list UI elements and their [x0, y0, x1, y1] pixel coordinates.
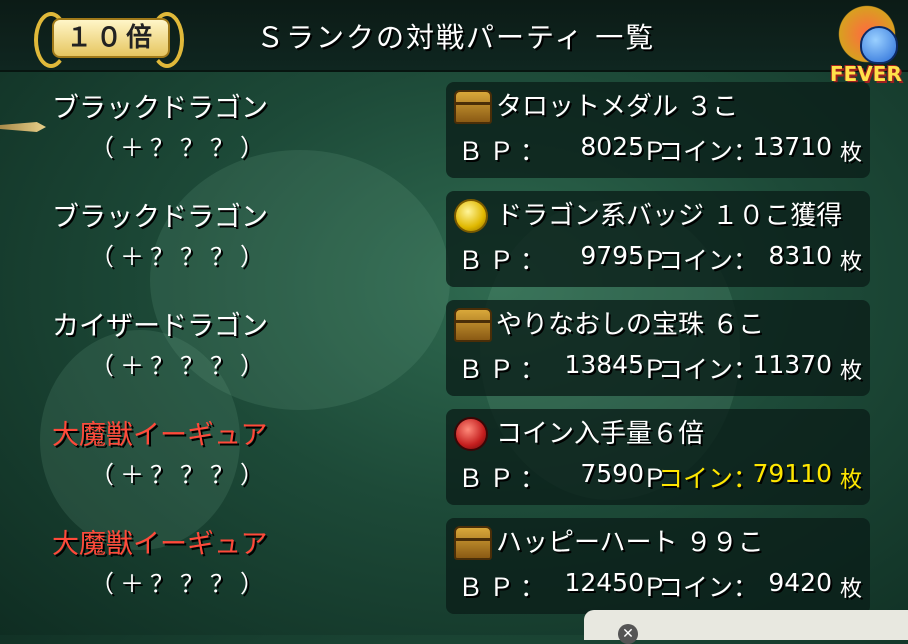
party-level: （＋？？？）	[90, 352, 270, 380]
stats-line: ＢＰ： 9795 Ｐ コイン： 8310 枚	[458, 241, 862, 277]
party-name: ブラックドラゴン	[52, 93, 268, 124]
party-level: （＋？？？）	[90, 570, 270, 598]
bp-value: 7590	[580, 459, 644, 488]
party-level: （＋？？？）	[90, 243, 270, 271]
bp-label: ＢＰ：	[458, 137, 552, 166]
party-name: ブラックドラゴン	[52, 202, 268, 233]
fever-emblem: FEVER	[828, 4, 908, 92]
reward-panel: タロットメダル ３こ ＢＰ： 8025 Ｐ コイン： 13710 枚	[446, 82, 870, 178]
party-name: 大魔獣イーギュア	[52, 529, 268, 560]
treasure-chest-icon	[454, 90, 492, 124]
multiplier-label: １０倍	[52, 18, 170, 58]
reward-panel: ドラゴン系バッジ １０こ獲得 ＢＰ： 9795 Ｐ コイン： 8310 枚	[446, 191, 870, 287]
party-name: カイザードラゴン	[52, 311, 268, 342]
party-row[interactable]: 大魔獣イーギュア （＋？？？） コイン入手量６倍 ＢＰ： 7590 Ｐ コイン：…	[20, 409, 870, 513]
party-row[interactable]: ブラックドラゴン （＋？？？） タロットメダル ３こ ＢＰ： 8025 Ｐ コイ…	[20, 82, 870, 186]
bp-value: 12450	[564, 568, 644, 597]
x-button-icon: ✕	[618, 624, 638, 644]
gold-medal-icon	[454, 199, 488, 233]
bp-label: ＢＰ：	[458, 464, 552, 493]
party-level: （＋？？？）	[90, 461, 270, 489]
bp-label: ＢＰ：	[458, 573, 552, 602]
red-gem-icon	[454, 417, 488, 451]
party-name: 大魔獣イーギュア	[52, 420, 268, 451]
bottom-hint-bar: ✕	[584, 610, 908, 644]
bp-label: ＢＰ：	[458, 355, 552, 384]
coin-value: 13710	[752, 132, 832, 161]
reward-text: コイン入手量６倍	[496, 419, 705, 449]
stats-line: ＢＰ： 13845 Ｐ コイン： 11370 枚	[458, 350, 862, 386]
coin-label: コイン：	[658, 246, 759, 275]
coin-unit: 枚	[839, 359, 862, 384]
coin-unit: 枚	[839, 141, 862, 166]
multiplier-badge: １０倍	[30, 6, 188, 68]
reward-text: タロットメダル ３こ	[496, 92, 739, 122]
stats-line: ＢＰ： 7590 Ｐ コイン： 79110 枚	[458, 459, 862, 495]
coin-label: コイン：	[658, 573, 759, 602]
page-title: Ｓランクの対戦パーティ 一覧	[256, 21, 656, 54]
coin-value: 8310	[768, 241, 832, 270]
party-row[interactable]: ブラックドラゴン （＋？？？） ドラゴン系バッジ １０こ獲得 ＢＰ： 9795 …	[20, 191, 870, 295]
coin-value: 9420	[768, 568, 832, 597]
reward-text: やりなおしの宝珠 ６こ	[496, 310, 765, 340]
coin-label: コイン：	[658, 355, 759, 384]
coin-value: 79110	[752, 459, 832, 488]
reward-panel: コイン入手量６倍 ＢＰ： 7590 Ｐ コイン： 79110 枚	[446, 409, 870, 505]
coin-value: 11370	[752, 350, 832, 379]
header-bar: １０倍 Ｓランクの対戦パーティ 一覧	[0, 0, 908, 72]
party-row[interactable]: 大魔獣イーギュア （＋？？？） ハッピーハート ９９こ ＢＰ： 12450 Ｐ …	[20, 518, 870, 622]
slime-icon	[860, 26, 898, 64]
reward-panel: ハッピーハート ９９こ ＢＰ： 12450 Ｐ コイン： 9420 枚	[446, 518, 870, 614]
coin-label: コイン：	[658, 464, 759, 493]
party-row[interactable]: カイザードラゴン （＋？？？） やりなおしの宝珠 ６こ ＢＰ： 13845 Ｐ …	[20, 300, 870, 404]
treasure-chest-icon	[454, 308, 492, 342]
bp-value: 9795	[580, 241, 644, 270]
stats-line: ＢＰ： 8025 Ｐ コイン： 13710 枚	[458, 132, 862, 168]
stats-line: ＢＰ： 12450 Ｐ コイン： 9420 枚	[458, 568, 862, 604]
coin-unit: 枚	[839, 468, 862, 493]
treasure-chest-icon	[454, 526, 492, 560]
coin-unit: 枚	[839, 250, 862, 275]
party-level: （＋？？？）	[90, 134, 270, 162]
reward-panel: やりなおしの宝珠 ６こ ＢＰ： 13845 Ｐ コイン： 11370 枚	[446, 300, 870, 396]
bp-value: 8025	[580, 132, 644, 161]
reward-text: ドラゴン系バッジ １０こ獲得	[496, 201, 843, 231]
coin-label: コイン：	[658, 137, 759, 166]
coin-unit: 枚	[839, 577, 862, 602]
bp-label: ＢＰ：	[458, 246, 552, 275]
bp-value: 13845	[564, 350, 644, 379]
reward-text: ハッピーハート ９９こ	[496, 528, 764, 558]
